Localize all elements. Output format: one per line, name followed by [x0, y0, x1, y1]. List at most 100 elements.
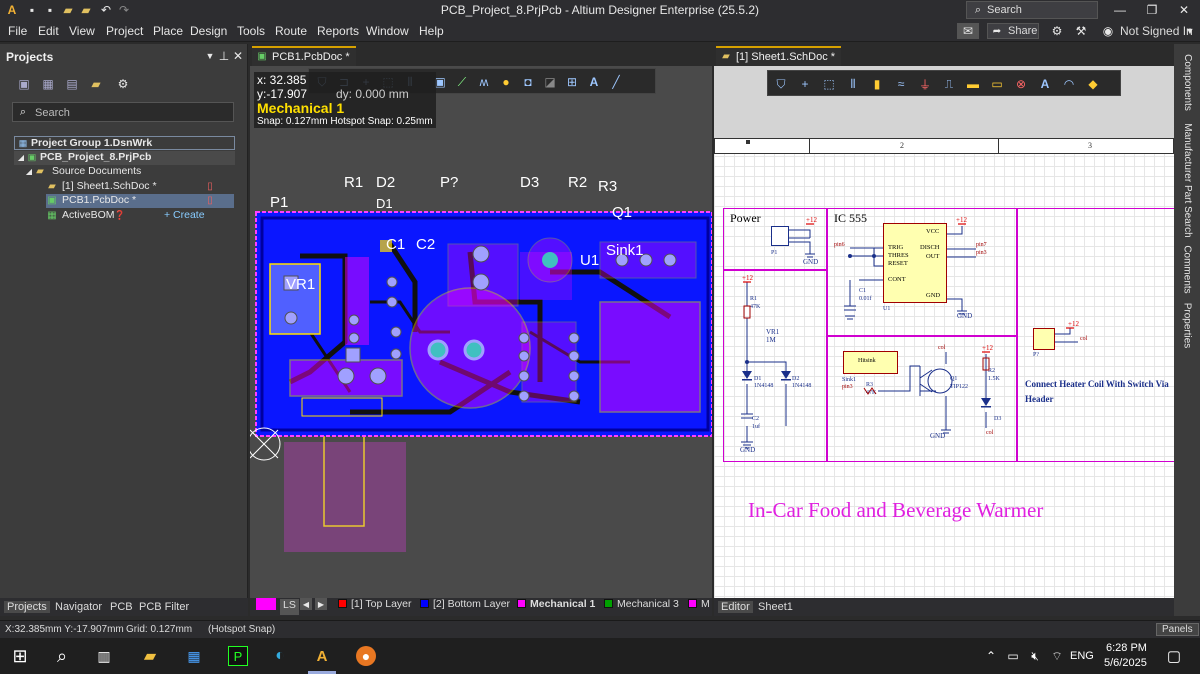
chevron-down-icon[interactable]: ▼	[1184, 24, 1196, 38]
directive-icon[interactable]: ⊗	[1012, 75, 1030, 93]
dock-tab-part-search[interactable]: Manufacturer Part Search	[1177, 118, 1197, 242]
global-search[interactable]: ⌕ Search	[966, 1, 1098, 19]
user-status[interactable]: Not Signed In	[1120, 24, 1193, 38]
pin-icon[interactable]: ⊥	[218, 49, 230, 63]
volume-muted-icon[interactable]: 🔇︎	[1026, 648, 1044, 664]
tab-schdoc[interactable]: ▰ [1] Sheet1.SchDoc *	[716, 46, 842, 66]
expand-icon[interactable]: ◢	[16, 151, 26, 163]
tree-item-project-group[interactable]: ▦ Project Group 1.DsnWrk	[14, 136, 235, 150]
chevron-up-icon[interactable]: ⌃	[984, 648, 998, 664]
tab-projects[interactable]: Projects	[4, 601, 50, 613]
compile-icon[interactable]: ▦	[40, 76, 56, 92]
diff-pair-icon[interactable]: ʍ	[475, 73, 493, 91]
user-icon[interactable]: ◉	[1100, 23, 1116, 39]
folder-icon[interactable]: ▰	[88, 76, 104, 92]
menu-file[interactable]: File	[8, 24, 27, 38]
projects-search-input[interactable]: ⌕ Search	[12, 102, 234, 122]
file-explorer-icon[interactable]: ▰	[140, 646, 160, 666]
menu-project[interactable]: Project	[106, 24, 143, 38]
save-icon[interactable]: ▪	[24, 2, 40, 18]
power-port-icon[interactable]: ⏚	[916, 75, 934, 93]
scroll-right-icon[interactable]: ▶	[315, 598, 327, 610]
settings-icon[interactable]: ⚙	[115, 76, 131, 92]
share-button[interactable]: ➦ Share	[987, 23, 1039, 39]
tab-sheet1[interactable]: Sheet1	[758, 601, 793, 613]
close-icon[interactable]: ✕	[1174, 2, 1194, 18]
app-orange-icon[interactable]: ●	[356, 646, 376, 666]
menu-route[interactable]: Route	[275, 24, 307, 38]
text-icon[interactable]: A	[585, 73, 603, 91]
line-icon[interactable]: ╱	[607, 73, 625, 91]
via-icon[interactable]: ●	[497, 73, 515, 91]
port-icon[interactable]: ▭	[988, 75, 1006, 93]
gear-icon[interactable]: ⚙	[1049, 23, 1065, 39]
open-folder-icon[interactable]: ▰	[78, 2, 94, 18]
dock-tab-components[interactable]: Components	[1177, 50, 1197, 114]
text-icon[interactable]: A	[1036, 75, 1054, 93]
redo-icon[interactable]: ↷	[116, 2, 132, 18]
options-icon[interactable]: ▤	[64, 76, 80, 92]
layer-tab-top[interactable]: [1] Top Layer	[338, 598, 412, 614]
menu-place[interactable]: Place	[153, 24, 183, 38]
windows-start-icon[interactable]: ⊞	[10, 646, 30, 666]
tools-icon[interactable]: ⚒	[1073, 23, 1089, 39]
tab-pcb-filter[interactable]: PCB Filter	[139, 601, 189, 613]
menu-design[interactable]: Design	[190, 24, 227, 38]
sch-canvas[interactable]: 2 3 Power P1 +12 GND IC 555 VCC TRIG THR…	[714, 66, 1174, 598]
menu-reports[interactable]: Reports	[317, 24, 359, 38]
undo-icon[interactable]: ↶	[98, 2, 114, 18]
menu-edit[interactable]: Edit	[38, 24, 59, 38]
help-icon[interactable]: ❓	[114, 209, 126, 221]
task-view-icon[interactable]: ▥	[94, 646, 114, 666]
tab-pcb[interactable]: PCB	[110, 601, 133, 613]
keepout-icon[interactable]: ◪	[541, 73, 559, 91]
dock-tab-properties[interactable]: Properties	[1177, 298, 1197, 352]
tree-item-activebom[interactable]: ▦ ActiveBOM ❓ + Create	[46, 209, 236, 223]
dock-tab-comments[interactable]: Comments	[1177, 244, 1197, 294]
menu-tools[interactable]: Tools	[237, 24, 265, 38]
layer-set-button[interactable]	[256, 598, 276, 610]
scroll-left-icon[interactable]: ◀	[300, 598, 312, 610]
create-bom-link[interactable]: + Create	[164, 209, 205, 221]
tab-pcbdoc[interactable]: ▣ PCB1.PcbDoc *	[252, 46, 356, 66]
search-icon[interactable]: ⌕	[52, 646, 72, 666]
panel-menu-icon[interactable]: ▼	[204, 49, 216, 63]
probe-icon[interactable]: ◆	[1084, 75, 1102, 93]
panel-close-icon[interactable]: ✕	[232, 49, 244, 63]
edge-icon[interactable]: ◐	[270, 646, 290, 666]
maximize-icon[interactable]: ❐	[1142, 2, 1162, 18]
layer-tab-mech1[interactable]: Mechanical 1	[517, 598, 595, 614]
tab-navigator[interactable]: Navigator	[55, 601, 102, 613]
layer-set-label[interactable]: LS	[280, 599, 299, 615]
add-icon[interactable]: +	[796, 75, 814, 93]
tree-item-project[interactable]: ◢ ▣ PCB_Project_8.PrjPcb	[14, 151, 235, 165]
layer-tab-mech3[interactable]: Mechanical 3	[604, 598, 679, 614]
menu-help[interactable]: Help	[419, 24, 444, 38]
language-indicator[interactable]: ENG	[1070, 650, 1094, 662]
battery-icon[interactable]: ▭	[1004, 648, 1022, 664]
wire-icon[interactable]: ≈	[892, 75, 910, 93]
tree-item-pcbdoc[interactable]: ▣ PCB1.PcbDoc * ▯	[46, 194, 234, 208]
interactive-route-icon[interactable]: ⟋	[453, 73, 471, 91]
menu-window[interactable]: Window	[366, 24, 409, 38]
save-all-icon[interactable]: ▪	[42, 2, 58, 18]
store-icon[interactable]: ▦	[184, 646, 204, 666]
clock-date[interactable]: 5/6/2025	[1104, 657, 1147, 669]
tab-editor[interactable]: Editor	[718, 601, 753, 613]
align-icon[interactable]: ⫴	[844, 75, 862, 93]
arc-icon[interactable]: ◠	[1060, 75, 1078, 93]
layer-tab-bottom[interactable]: [2] Bottom Layer	[420, 598, 510, 614]
layer-tab-more[interactable]: M	[688, 598, 710, 614]
filter-icon[interactable]: ⛉	[772, 75, 790, 93]
notifications-icon[interactable]: ▢	[1164, 646, 1184, 666]
panels-button[interactable]: Panels	[1156, 623, 1199, 636]
dimension-icon[interactable]: ⊞	[563, 73, 581, 91]
comment-icon[interactable]: ✉	[957, 23, 979, 39]
menu-view[interactable]: View	[69, 24, 95, 38]
clock-time[interactable]: 6:28 PM	[1106, 642, 1147, 654]
expand-icon[interactable]: ◢	[24, 165, 34, 177]
wifi-icon[interactable]: ⌔	[1048, 648, 1066, 664]
altium-taskbar-icon[interactable]: A	[312, 646, 332, 666]
part-icon[interactable]: ▮	[868, 75, 886, 93]
harness-icon[interactable]: ▬	[964, 75, 982, 93]
